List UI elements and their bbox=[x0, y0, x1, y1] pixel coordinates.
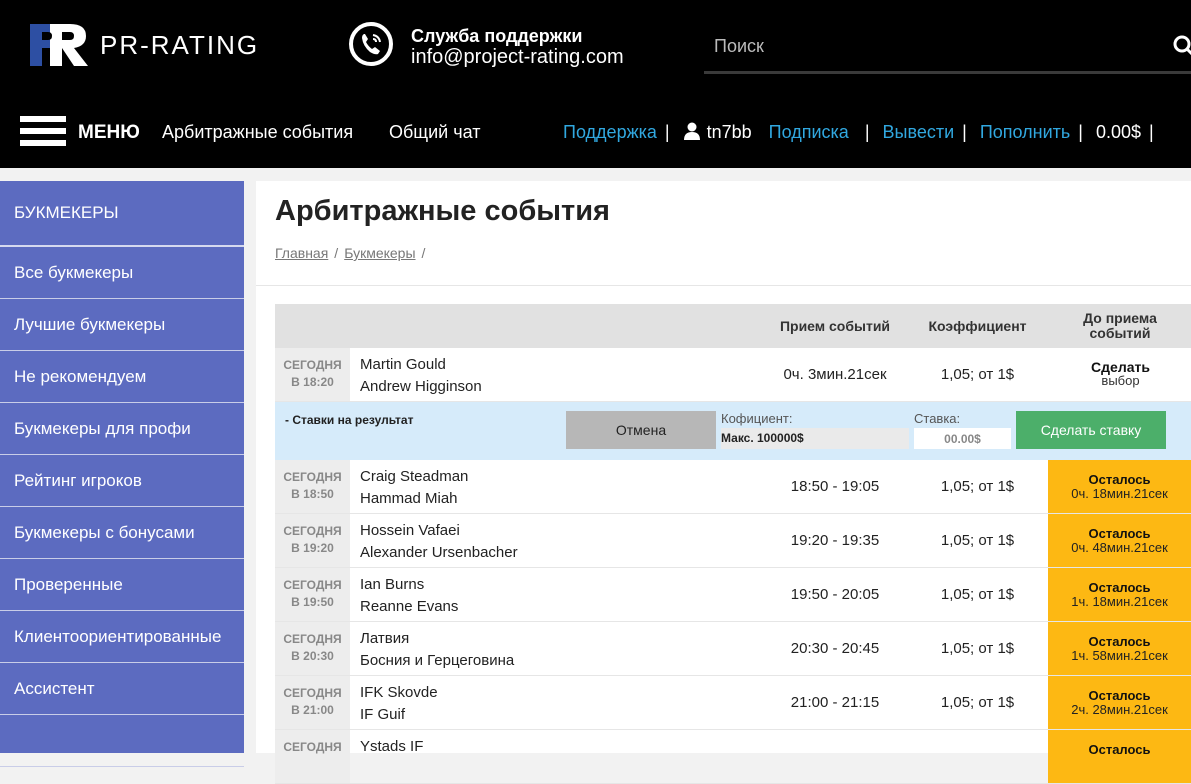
search-bar bbox=[704, 26, 1191, 74]
table-row[interactable]: СЕГОДНЯ В 18:50 Craig Steadman Hammad Miah… bbox=[275, 460, 1191, 514]
support-link[interactable]: Поддержка bbox=[563, 122, 657, 142]
hamburger-menu-icon[interactable] bbox=[20, 116, 66, 152]
event-coef: 1,05; от 1$ bbox=[940, 586, 1015, 603]
table-row[interactable]: СЕГОДНЯ В 21:00 IFK Skovde IF Guif 21:00 -… bbox=[275, 676, 1191, 730]
sidebar-item-players-rating[interactable]: Рейтинг игроков bbox=[0, 455, 244, 507]
coef-max-field: Макс. 100000$ bbox=[721, 428, 909, 449]
search-input[interactable] bbox=[704, 26, 1144, 66]
table-header: Прием событий Коэффициент До приема собы… bbox=[275, 304, 1191, 348]
events-table: Прием событий Коэффициент До приема собы… bbox=[275, 304, 1191, 784]
event-coef: 1,05; от 1$ bbox=[940, 694, 1015, 711]
event-teams: Craig Steadman Hammad Miah bbox=[360, 468, 469, 507]
breadcrumb: Главная / Букмекеры / bbox=[275, 245, 426, 261]
sidebar-item-bonuses[interactable]: Букмекеры с бонусами bbox=[0, 507, 244, 559]
support-title: Служба поддержки bbox=[411, 26, 583, 46]
event-date: СЕГОДНЯ В 18:20 bbox=[275, 348, 350, 401]
event-coef: 1,05; от 1$ bbox=[940, 532, 1015, 549]
event-window: 18:50 - 19:05 bbox=[790, 478, 880, 495]
bet-panel-label: - Ставки на результат bbox=[285, 413, 414, 427]
top-header: PR-RATING Служба поддержки info@project-… bbox=[0, 0, 1191, 168]
event-teams: Латвия Босния и Герцеговина bbox=[360, 630, 515, 669]
event-window: 19:20 - 19:35 bbox=[790, 532, 880, 549]
sidebar-item-assistant[interactable]: Ассистент bbox=[0, 663, 244, 715]
account-nav: Поддержка | tn7bb Подписка | Вывести | Попо… bbox=[563, 122, 1154, 142]
event-date: СЕГОДНЯ В 20:30 bbox=[275, 622, 350, 675]
sidebar-item-not-recommended[interactable]: Не рекомендуем bbox=[0, 351, 244, 403]
logo[interactable]: PR-RATING bbox=[28, 20, 268, 70]
sidebar-item-verified[interactable]: Проверенные bbox=[0, 559, 244, 611]
time-remaining-badge: Осталось 0ч. 48мин.21сек bbox=[1048, 514, 1191, 567]
table-row[interactable]: СЕГОДНЯ В 18:20 Martin Gould Andrew Higgin… bbox=[275, 348, 1191, 402]
divider bbox=[256, 285, 1191, 286]
event-teams: Ian Burns Reanne Evans bbox=[360, 576, 459, 615]
logo-icon bbox=[30, 24, 88, 66]
header-coef: Коэффициент bbox=[928, 318, 1027, 334]
place-bet-button[interactable]: Сделать ставку bbox=[1016, 411, 1166, 449]
table-row[interactable]: СЕГОДНЯ Ystads IF Осталось bbox=[275, 730, 1191, 784]
time-remaining-badge: Осталось 2ч. 28мин.21сек bbox=[1048, 676, 1191, 729]
menu-label[interactable]: МЕНЮ bbox=[78, 122, 140, 144]
support-email[interactable]: info@project-rating.com bbox=[411, 46, 624, 69]
page-title: Арбитражные события bbox=[275, 195, 610, 227]
sidebar-item-pro[interactable]: Букмекеры для профи bbox=[0, 403, 244, 455]
event-window: 20:30 - 20:45 bbox=[790, 640, 880, 657]
breadcrumb-home[interactable]: Главная bbox=[275, 245, 328, 261]
event-date: СЕГОДНЯ В 19:50 bbox=[275, 568, 350, 621]
nav-link-chat[interactable]: Общий чат bbox=[389, 122, 480, 143]
sidebar-item-client-oriented[interactable]: Клиентоориентированные bbox=[0, 611, 244, 663]
event-teams: Martin Gould Andrew Higginson bbox=[360, 356, 482, 395]
make-choice-button[interactable]: Сделать выбор bbox=[1050, 360, 1191, 388]
event-date: СЕГОДНЯ В 21:00 bbox=[275, 676, 350, 729]
event-window: 19:50 - 20:05 bbox=[790, 586, 880, 603]
sidebar-heading[interactable]: БУКМЕКЕРЫ bbox=[0, 181, 244, 247]
event-coef: 1,05; от 1$ bbox=[940, 640, 1015, 657]
menu-bar: МЕНЮ Арбитражные события Общий чат Подде… bbox=[0, 108, 1191, 158]
search-icon[interactable] bbox=[1172, 34, 1191, 58]
cancel-button[interactable]: Отмена bbox=[566, 411, 716, 449]
balance: 0.00$ bbox=[1095, 122, 1142, 142]
event-teams: Hossein Vafaei Alexander Ursenbacher bbox=[360, 522, 518, 561]
header-time: Прием событий bbox=[779, 318, 891, 334]
event-date: СЕГОДНЯ В 18:50 bbox=[275, 460, 350, 513]
event-date: СЕГОДНЯ В 19:20 bbox=[275, 514, 350, 567]
sidebar-item-all[interactable]: Все букмекеры bbox=[0, 247, 244, 299]
time-remaining-badge: Осталось bbox=[1048, 730, 1191, 783]
time-remaining-badge: Осталось 1ч. 18мин.21сек bbox=[1048, 568, 1191, 621]
nav-link-arbitrage[interactable]: Арбитражные события bbox=[162, 122, 353, 143]
sidebar: БУКМЕКЕРЫ Все букмекеры Лучшие букмекеры… bbox=[0, 181, 244, 767]
subscription-link[interactable]: Подписка bbox=[769, 122, 849, 142]
main-content: Арбитражные события Главная / Букмекеры / П… bbox=[256, 181, 1191, 784]
phone-icon bbox=[349, 22, 393, 66]
bet-panel: - Ставки на результат Отмена Кофициент: … bbox=[275, 402, 1191, 460]
username[interactable]: tn7bb bbox=[707, 122, 752, 142]
stake-input[interactable] bbox=[914, 428, 1011, 449]
time-remaining-badge: Осталось 1ч. 58мин.21сек bbox=[1048, 622, 1191, 675]
event-teams: Ystads IF bbox=[360, 738, 424, 755]
withdraw-link[interactable]: Вывести bbox=[883, 122, 955, 142]
table-row[interactable]: СЕГОДНЯ В 19:50 Ian Burns Reanne Evans 19:… bbox=[275, 568, 1191, 622]
sidebar-item-more[interactable] bbox=[0, 715, 244, 767]
event-coef: 1,05; от 1$ bbox=[940, 478, 1015, 495]
table-row[interactable]: СЕГОДНЯ В 19:20 Hossein Vafaei Alexander U… bbox=[275, 514, 1191, 568]
header-until: До приема событий bbox=[1083, 310, 1157, 341]
table-row[interactable]: СЕГОДНЯ В 20:30 Латвия Босния и Герцеговин… bbox=[275, 622, 1191, 676]
event-window: 21:00 - 21:15 bbox=[790, 694, 880, 711]
user-icon bbox=[683, 122, 700, 140]
breadcrumb-bookmakers[interactable]: Букмекеры bbox=[344, 245, 415, 261]
event-date: СЕГОДНЯ bbox=[275, 730, 350, 783]
coef-label: Кофициент: bbox=[721, 411, 793, 426]
stake-label: Ставка: bbox=[914, 411, 961, 426]
event-coef: 1,05; от 1$ bbox=[940, 366, 1015, 383]
logo-text: PR-RATING bbox=[100, 30, 260, 60]
deposit-link[interactable]: Пополнить bbox=[980, 122, 1070, 142]
event-countdown: 0ч. 3мин.21сек bbox=[783, 366, 887, 383]
time-remaining-badge: Осталось 0ч. 18мин.21сек bbox=[1048, 460, 1191, 513]
sidebar-item-best[interactable]: Лучшие букмекеры bbox=[0, 299, 244, 351]
event-teams: IFK Skovde IF Guif bbox=[360, 684, 438, 723]
